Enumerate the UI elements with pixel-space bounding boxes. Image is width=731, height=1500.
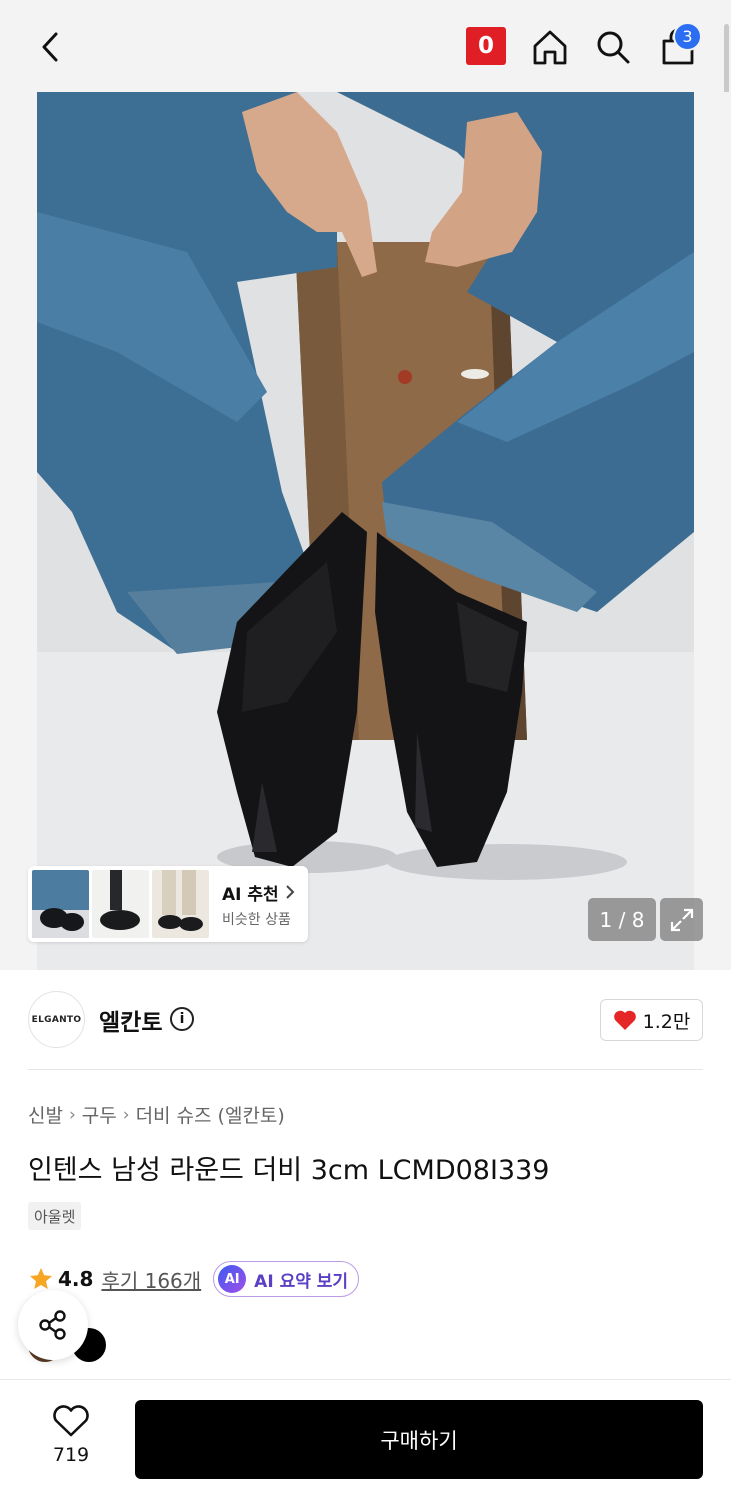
heart-filled-icon: [613, 1010, 636, 1030]
brand-like-button[interactable]: 1.2만: [600, 999, 703, 1041]
ai-recommend-text: AI 추천 비슷한 상품: [222, 880, 295, 929]
recommend-thumbnail[interactable]: [152, 870, 209, 938]
info-icon[interactable]: i: [170, 1007, 194, 1031]
ai-summary-label: AI 요약 보기: [254, 1271, 349, 1292]
star-icon: [30, 1268, 52, 1289]
heart-outline-icon: [53, 1405, 89, 1437]
outlet-tag: 아울렛: [28, 1202, 82, 1230]
breadcrumb: 신발 › 구두 › 더비 슈즈 (엘칸토): [28, 1101, 285, 1128]
brand-name[interactable]: 엘칸토: [99, 1003, 162, 1037]
back-button[interactable]: [28, 24, 74, 70]
review-link[interactable]: 후기 166개: [101, 1265, 201, 1294]
chevron-right-icon: ›: [122, 1104, 130, 1125]
rating-value: 4.8: [58, 1267, 94, 1291]
ai-recommend-subtitle: 비슷한 상품: [222, 911, 291, 928]
brand-like-count: 1.2만: [642, 1010, 691, 1033]
product-photo: [37, 92, 694, 970]
cart-count-badge: 3: [673, 22, 702, 51]
wishlist-button[interactable]: 719: [40, 1404, 102, 1474]
share-icon: [39, 1310, 66, 1340]
search-icon: [597, 31, 630, 64]
breadcrumb-item[interactable]: 구두: [82, 1101, 117, 1128]
divider: [28, 1069, 703, 1070]
back-icon: [42, 32, 58, 62]
breadcrumb-item[interactable]: 더비 슈즈 (엘칸토): [136, 1101, 285, 1128]
image-counter: 1 / 8: [588, 898, 656, 941]
scrollbar[interactable]: [724, 24, 729, 102]
zero-logo-button[interactable]: 0: [466, 27, 506, 65]
product-page: 0 3 AI 추천 비슷한 상품 1 / 8 ELGANTO 엘칸토 i 1.2…: [0, 0, 731, 1500]
brand-logo[interactable]: ELGANTO: [28, 991, 85, 1048]
ai-recommend-title: AI 추천: [222, 884, 279, 905]
fullscreen-button[interactable]: [660, 898, 703, 941]
breadcrumb-item[interactable]: 신발: [28, 1101, 63, 1128]
home-icon: [533, 30, 567, 65]
recommend-thumbnail[interactable]: [32, 870, 89, 938]
chevron-right-icon: ›: [68, 1104, 76, 1125]
buy-button[interactable]: 구매하기: [135, 1400, 703, 1479]
search-button[interactable]: [590, 24, 636, 70]
ai-recommend-card[interactable]: AI 추천 비슷한 상품: [28, 866, 308, 942]
home-button[interactable]: [527, 24, 573, 70]
rating-row: 4.8 후기 166개 AI AI 요약 보기: [28, 1261, 360, 1297]
recommend-thumbnail[interactable]: [92, 870, 149, 938]
ai-summary-button[interactable]: AI AI 요약 보기: [213, 1261, 360, 1297]
chevron-right-icon: [285, 885, 295, 899]
share-button[interactable]: [18, 1290, 88, 1360]
ai-badge-icon: AI: [218, 1265, 247, 1293]
product-title: 인텐스 남성 라운드 더비 3cm LCMD08I339: [28, 1155, 550, 1186]
wishlist-count: 719: [52, 1444, 90, 1466]
expand-icon: [670, 908, 693, 931]
product-main-image[interactable]: [37, 92, 694, 970]
